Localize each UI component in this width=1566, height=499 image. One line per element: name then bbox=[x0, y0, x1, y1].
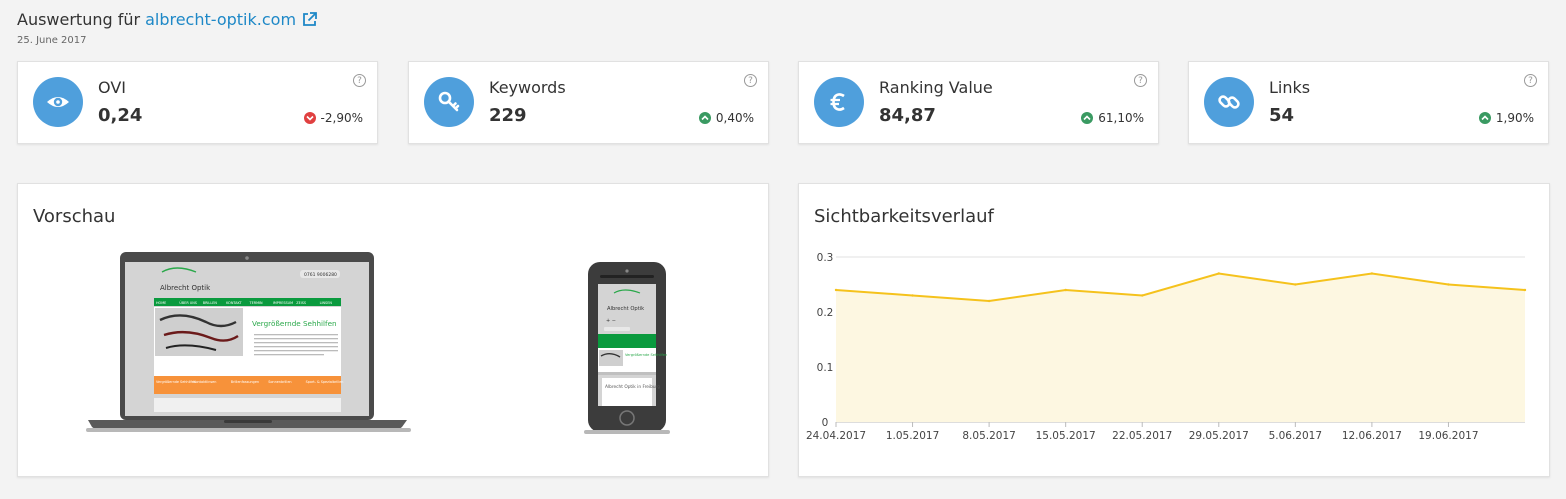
report-date: 25. June 2017 bbox=[17, 35, 87, 46]
visibility-panel: Sichtbarkeitsverlauf 0 0.1 0.2 0.3 24.04.201… bbox=[798, 183, 1550, 477]
kpi-label: Links bbox=[1269, 78, 1311, 97]
x-tick-label: 1.05.2017 bbox=[886, 430, 939, 442]
help-icon[interactable]: ? bbox=[353, 74, 366, 87]
kpi-change-value: -2,90% bbox=[320, 111, 363, 125]
x-tick-label: 22.05.2017 bbox=[1112, 430, 1172, 442]
mobile-logo-text: Albrecht Optik bbox=[607, 306, 644, 312]
kpi-value: 84,87 bbox=[879, 105, 936, 126]
mobile-body-text: Albrecht Optik in Freiburg bbox=[605, 384, 660, 390]
site-nav-item: TERMIN bbox=[249, 301, 263, 305]
site-hero-title: Vergrößernde Sehhilfen bbox=[252, 319, 337, 328]
site-feature-item: Sonnenbrillen bbox=[268, 380, 291, 384]
kpi-card-ovi: OVI 0,24 ? -2,90% bbox=[17, 61, 378, 144]
kpi-change: 1,90% bbox=[1478, 111, 1534, 125]
site-features: Vergrößernde SehhilfenKontaktlinsen Brill… bbox=[156, 380, 343, 384]
visibility-point bbox=[911, 294, 914, 297]
kpi-label: Keywords bbox=[489, 78, 566, 97]
visibility-point bbox=[1064, 288, 1067, 292]
x-tick-label: 12.06.2017 bbox=[1342, 430, 1402, 442]
x-tick-label: 29.05.2017 bbox=[1189, 430, 1249, 442]
kpi-value: 229 bbox=[489, 105, 527, 126]
laptop-preview: Albrecht Optik 0761 9006280 HOME ÜBER UNS… bbox=[86, 252, 411, 432]
site-nav-item: ÜBER UNS bbox=[179, 300, 197, 305]
kpi-change: -2,90% bbox=[303, 111, 363, 125]
chevron-up-icon bbox=[1081, 112, 1094, 124]
preview-title: Vorschau bbox=[33, 206, 116, 227]
site-nav-item: LINSEN bbox=[320, 301, 333, 305]
svg-text:+ −: + − bbox=[606, 318, 616, 324]
chevron-down-icon bbox=[303, 112, 316, 124]
kpi-change-value: 1,90% bbox=[1495, 111, 1534, 125]
site-feature-item: Sport- & Spezialbrillen bbox=[306, 380, 344, 384]
visibility-point bbox=[1523, 288, 1527, 292]
visibility-chart[interactable]: 0 0.1 0.2 0.3 24.04.2017 1.05.2017 8.05.2017 15… bbox=[799, 184, 1551, 478]
kpi-value: 0,24 bbox=[98, 105, 143, 126]
site-nav-item: ZEISS bbox=[296, 301, 306, 305]
eye-icon bbox=[33, 77, 83, 127]
site-nav-item: BRILLEN bbox=[203, 301, 218, 305]
link-icon bbox=[1204, 77, 1254, 127]
site-phone: 0761 9006280 bbox=[304, 272, 337, 278]
visibility-point bbox=[1217, 272, 1220, 275]
kpi-change-value: 0,40% bbox=[715, 111, 754, 125]
kpi-card-keywords: Keywords 229 ? 0,40% bbox=[408, 61, 769, 144]
help-icon[interactable]: ? bbox=[1524, 74, 1537, 87]
page-header: Auswertung für albrecht-optik.com 25. Ju… bbox=[17, 10, 318, 46]
help-icon[interactable]: ? bbox=[744, 74, 757, 87]
euro-icon bbox=[814, 77, 864, 127]
phone-preview: Albrecht Optik + − Vergrößernde Sehhilfe… bbox=[584, 262, 670, 434]
site-nav-item: IMPRESSUM bbox=[273, 301, 293, 305]
x-tick-label: 15.05.2017 bbox=[1036, 430, 1096, 442]
site-nav-item: HOME bbox=[156, 301, 166, 305]
page-title: Auswertung für albrecht-optik.com bbox=[17, 10, 318, 29]
y-tick-label: 0 bbox=[822, 417, 829, 429]
key-icon bbox=[424, 77, 474, 127]
kpi-card-links: Links 54 ? 1,90% bbox=[1188, 61, 1549, 144]
visibility-point bbox=[1294, 283, 1297, 286]
kpi-change: 0,40% bbox=[698, 111, 754, 125]
site-nav-item: KONTAKT bbox=[226, 301, 242, 305]
visibility-point bbox=[1141, 294, 1144, 297]
visibility-point bbox=[1370, 272, 1374, 275]
site-feature-item: Brillenfassungen bbox=[231, 380, 259, 384]
y-tick-label: 0.1 bbox=[817, 362, 834, 374]
visibility-point bbox=[1447, 283, 1450, 286]
visibility-point bbox=[834, 288, 838, 292]
site-feature-item: Vergrößernde Sehhilfen bbox=[156, 380, 196, 384]
x-tick-label: 5.06.2017 bbox=[1269, 430, 1322, 442]
preview-panel: Vorschau Albrecht Optik 0761 9006280 HOM… bbox=[17, 183, 769, 477]
visibility-area bbox=[836, 273, 1525, 422]
y-tick-label: 0.3 bbox=[817, 252, 834, 264]
kpi-change: 61,10% bbox=[1081, 111, 1144, 125]
x-tick-label: 8.05.2017 bbox=[962, 430, 1015, 442]
chevron-up-icon bbox=[1478, 112, 1491, 124]
domain-link[interactable]: albrecht-optik.com bbox=[145, 10, 296, 29]
mobile-hero-text: Vergrößernde Sehhilfen bbox=[625, 353, 667, 357]
kpi-label: OVI bbox=[98, 78, 126, 97]
kpi-value: 54 bbox=[1269, 105, 1295, 126]
chevron-up-icon bbox=[698, 112, 711, 124]
visibility-point bbox=[987, 299, 991, 303]
title-prefix: Auswertung für bbox=[17, 10, 141, 29]
x-tick-label: 19.06.2017 bbox=[1418, 430, 1478, 442]
kpi-label: Ranking Value bbox=[879, 78, 993, 97]
y-tick-label: 0.2 bbox=[817, 307, 834, 319]
site-logo-text: Albrecht Optik bbox=[160, 284, 211, 292]
external-link-icon[interactable] bbox=[301, 11, 318, 28]
kpi-card-ranking-value: Ranking Value 84,87 ? 61,10% bbox=[798, 61, 1159, 144]
help-icon[interactable]: ? bbox=[1134, 74, 1147, 87]
kpi-change-value: 61,10% bbox=[1098, 111, 1144, 125]
x-tick-label: 24.04.2017 bbox=[806, 430, 866, 442]
site-feature-item: Kontaktlinsen bbox=[193, 380, 216, 384]
